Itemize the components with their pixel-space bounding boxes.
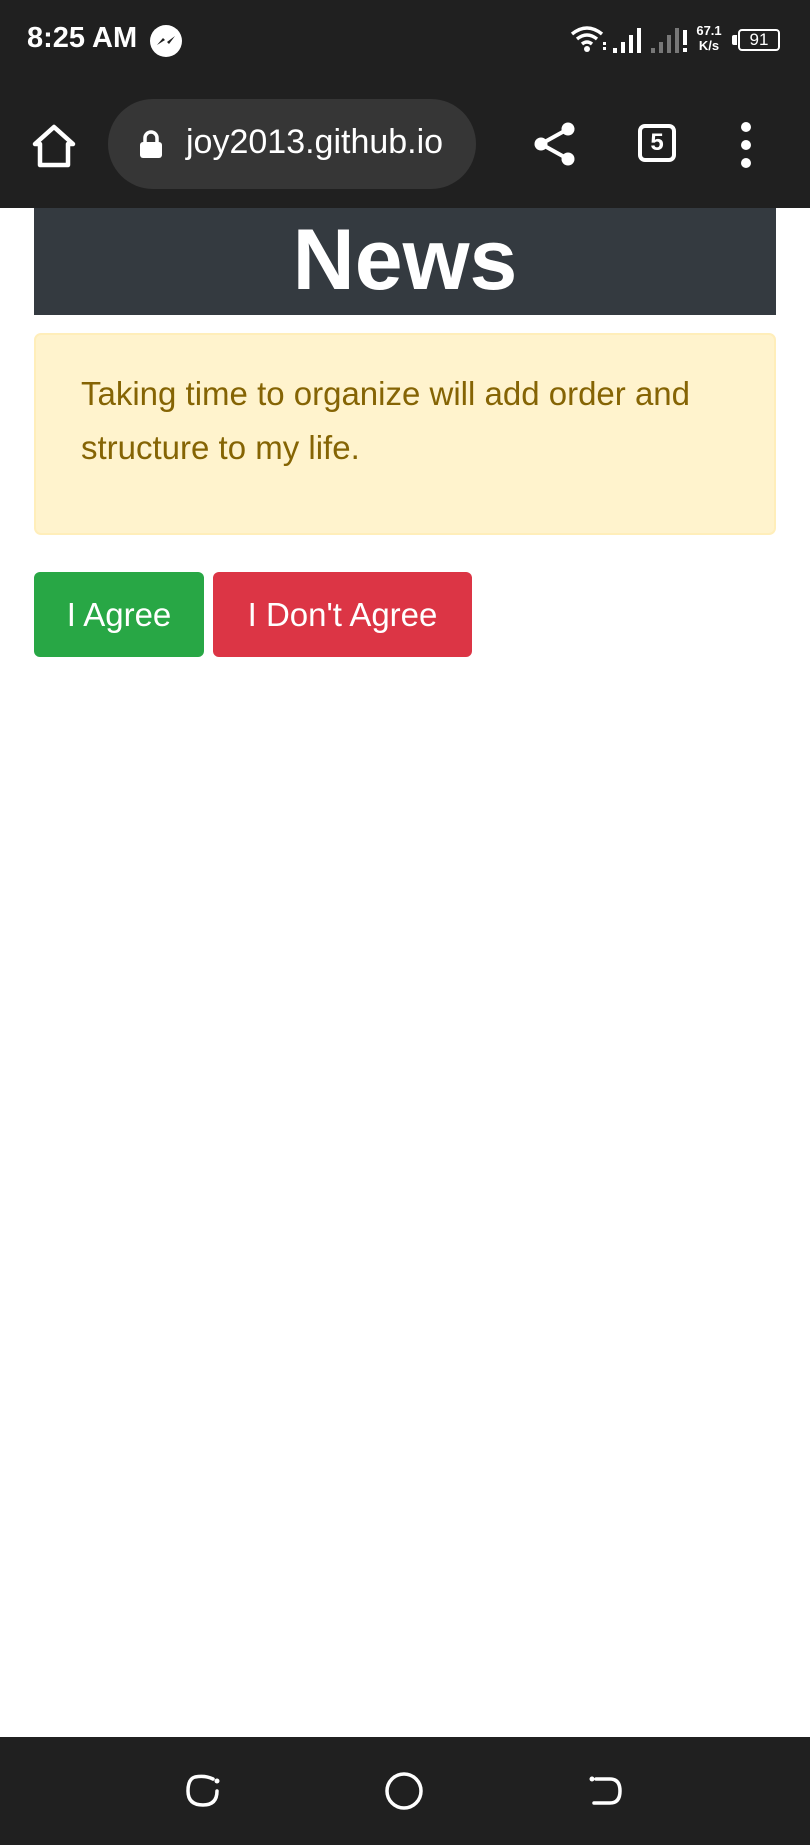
wifi-icon (570, 26, 606, 52)
network-speed-value: 67.1 (696, 23, 722, 38)
message-text: Taking time to organize will add order a… (81, 375, 691, 466)
page-title: News (34, 208, 776, 315)
battery-icon: 91 (738, 29, 780, 51)
status-bar: 8:25 AM 67.1 K/s 91 (0, 0, 810, 82)
signal-icon (651, 28, 687, 53)
disagree-button[interactable]: I Don't Agree (213, 572, 472, 657)
share-icon[interactable] (532, 120, 578, 168)
home-icon[interactable] (30, 122, 78, 170)
system-nav-bar (0, 1737, 810, 1845)
network-speed: 67.1 K/s (690, 23, 728, 53)
more-vert-icon[interactable] (734, 120, 758, 170)
status-time: 8:25 AM (27, 22, 138, 54)
address-bar[interactable]: joy2013.github.io (108, 99, 476, 189)
network-speed-unit: K/s (698, 38, 720, 53)
url-text[interactable]: joy2013.github.io (186, 123, 443, 162)
lock-icon (140, 130, 162, 158)
signal-icon (613, 28, 641, 53)
browser-toolbar: joy2013.github.io 5 (0, 82, 810, 208)
recents-icon[interactable] (183, 1771, 223, 1811)
home-circle-icon[interactable] (384, 1771, 424, 1811)
tabs-icon[interactable]: 5 (638, 124, 676, 162)
message-alert: Taking time to organize will add order a… (34, 333, 776, 535)
messenger-icon (150, 25, 182, 57)
back-icon[interactable] (586, 1771, 626, 1811)
battery-tip (732, 35, 737, 45)
agree-button[interactable]: I Agree (34, 572, 204, 657)
